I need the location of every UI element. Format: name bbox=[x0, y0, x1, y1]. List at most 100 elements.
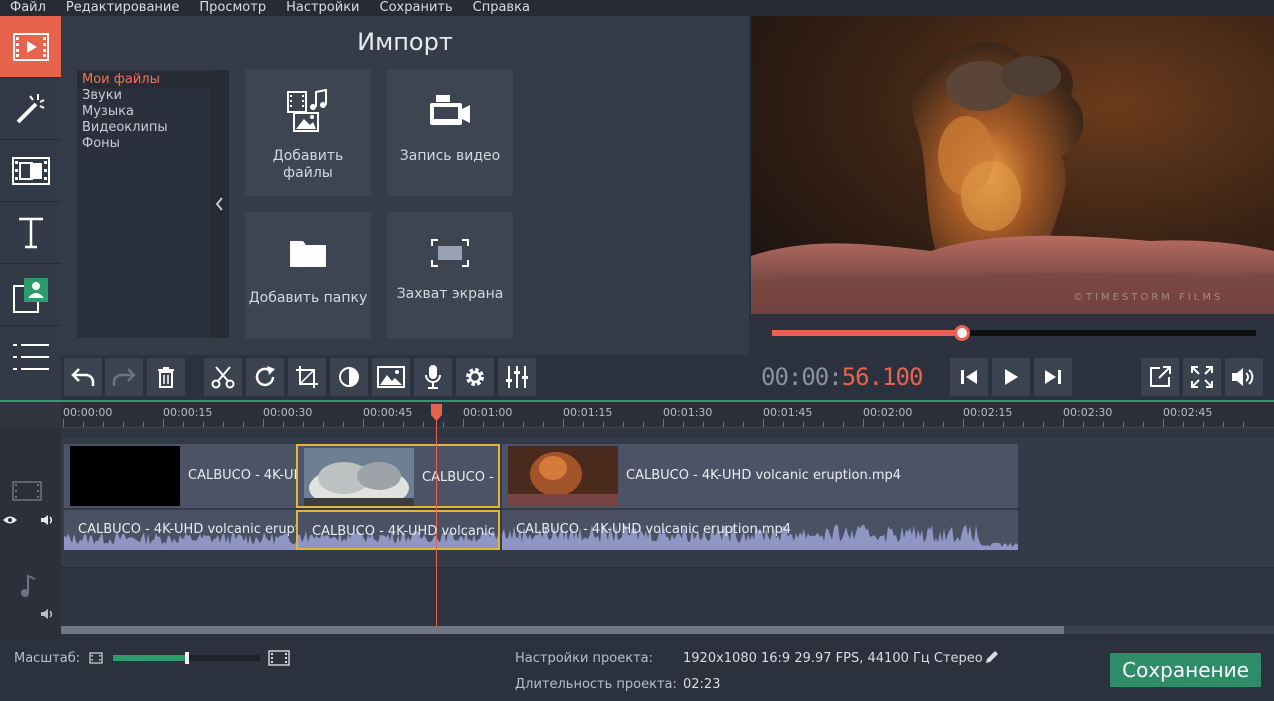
screen-capture-button[interactable]: Захват экрана bbox=[387, 212, 513, 338]
zoom-slider[interactable] bbox=[113, 652, 260, 664]
ruler-tick bbox=[863, 419, 864, 427]
menu-edit[interactable]: Редактирование bbox=[56, 0, 189, 16]
playhead-line[interactable] bbox=[436, 405, 437, 627]
ruler-tick bbox=[563, 419, 564, 427]
scrollbar-thumb[interactable] bbox=[61, 626, 1064, 634]
eye-icon[interactable] bbox=[2, 515, 18, 525]
add-folder-button[interactable]: Добавить папку bbox=[245, 212, 371, 338]
undo-button[interactable] bbox=[64, 358, 102, 396]
sidebar-item-effects[interactable] bbox=[0, 78, 61, 140]
sidebar-item-stickers[interactable] bbox=[0, 264, 61, 326]
sidebar-item-titles[interactable] bbox=[0, 202, 61, 264]
zoom-label: Масштаб: bbox=[14, 651, 81, 666]
music-track[interactable] bbox=[61, 568, 1274, 628]
next-frame-button[interactable] bbox=[1034, 358, 1072, 396]
clip-thumbnail bbox=[70, 446, 180, 506]
menu-export[interactable]: Сохранить bbox=[370, 0, 463, 16]
menu-view[interactable]: Просмотр bbox=[189, 0, 276, 16]
category-sounds[interactable]: Звуки bbox=[77, 88, 211, 104]
category-backgrounds[interactable]: Фоны bbox=[77, 136, 211, 152]
playback-scrubber[interactable] bbox=[772, 325, 1256, 341]
menu-help[interactable]: Справка bbox=[463, 0, 540, 16]
sidebar-item-more[interactable] bbox=[0, 326, 61, 388]
edit-pencil-icon[interactable] bbox=[984, 650, 999, 665]
timeline-scrollbar[interactable] bbox=[61, 626, 1274, 634]
music-volume-icon[interactable] bbox=[40, 608, 56, 620]
ruler-tick bbox=[543, 422, 544, 427]
record-audio-button[interactable] bbox=[414, 358, 452, 396]
ruler-tick bbox=[883, 422, 884, 427]
ruler-tick bbox=[1023, 422, 1024, 427]
ruler-tick bbox=[463, 419, 464, 427]
sidebar-item-import[interactable] bbox=[0, 16, 61, 78]
ruler-tick bbox=[823, 422, 824, 427]
sidebar-item-transitions[interactable] bbox=[0, 140, 61, 202]
playhead-handle[interactable] bbox=[431, 404, 442, 421]
clip-thumbnail bbox=[304, 448, 414, 506]
menu-settings[interactable]: Настройки bbox=[276, 0, 369, 16]
track-volume-icon[interactable] bbox=[40, 514, 56, 526]
image-button[interactable] bbox=[372, 358, 410, 396]
audio-clip[interactable]: CALBUCO - 4K-UHD volcanic eruption.mp4 bbox=[64, 510, 296, 550]
preview-frame[interactable]: ©TIMESTORM FILMS bbox=[751, 16, 1274, 314]
ruler-tick bbox=[623, 422, 624, 427]
add-files-button[interactable]: Добавить файлы bbox=[245, 70, 371, 196]
ruler-tick bbox=[1123, 422, 1124, 427]
external-window-button[interactable] bbox=[1141, 358, 1179, 396]
ruler-tick-label: 00:00:15 bbox=[163, 406, 213, 419]
ruler-tick bbox=[1043, 422, 1044, 427]
category-music[interactable]: Музыка bbox=[77, 104, 211, 120]
video-clip[interactable]: CALBUCO - 4K-UHD volcanic eruption.mp4 bbox=[296, 444, 500, 508]
ruler-tick-label: 00:00:45 bbox=[363, 406, 413, 419]
redo-icon bbox=[112, 367, 136, 387]
add-files-icon bbox=[286, 88, 330, 134]
equalizer-button[interactable] bbox=[498, 358, 536, 396]
project-duration-value: 02:23 bbox=[683, 677, 721, 692]
time-ruler[interactable]: 00:00:00 00:00:15 00:00:30 00:00:45 00:01:00… bbox=[61, 402, 1274, 428]
prev-frame-button[interactable] bbox=[950, 358, 988, 396]
ruler-tick-label: 00:02:45 bbox=[1163, 406, 1213, 419]
video-clip[interactable]: CALBUCO - 4K-UHD volcanic eruption.mp4 bbox=[502, 444, 1018, 508]
scrubber-handle[interactable] bbox=[954, 325, 971, 341]
crop-button[interactable] bbox=[288, 358, 326, 396]
ruler-tick bbox=[323, 422, 324, 427]
zoom-in-icon[interactable] bbox=[268, 650, 290, 666]
menu-file[interactable]: Файл bbox=[0, 0, 56, 16]
ruler-tick bbox=[263, 419, 264, 427]
zoom-slider-handle[interactable] bbox=[184, 652, 189, 664]
ruler-tick bbox=[123, 422, 124, 427]
tile-label: Запись видео bbox=[399, 148, 501, 164]
ruler-tick-label: 00:01:00 bbox=[463, 406, 513, 419]
transition-icon bbox=[11, 156, 50, 186]
zoom-out-icon[interactable] bbox=[89, 652, 103, 664]
audio-clip[interactable]: CALBUCO - 4K-UHD volcanic eruption.mp4 bbox=[296, 510, 500, 550]
rotate-button[interactable] bbox=[246, 358, 284, 396]
save-button[interactable]: Сохранение bbox=[1110, 653, 1261, 687]
video-clip[interactable]: CALBUCO - 4K-UHD volcanic eruption.mp4 bbox=[64, 444, 296, 508]
category-my-files[interactable]: Мои файлы bbox=[77, 72, 211, 88]
ruler-tick-label: 00:02:15 bbox=[963, 406, 1013, 419]
ruler-tick bbox=[163, 419, 164, 427]
clip-settings-button[interactable] bbox=[456, 358, 494, 396]
cut-button[interactable] bbox=[204, 358, 242, 396]
ruler-tick-label: 00:00:00 bbox=[63, 406, 113, 419]
import-panel: Импорт Мои файлы Звуки Музыка Видеоклипы… bbox=[61, 16, 749, 355]
video-track[interactable]: CALBUCO - 4K-UHD volcanic eruption.mp4 CA… bbox=[61, 438, 1274, 568]
scrubber-progress bbox=[772, 330, 963, 336]
ruler-tick bbox=[83, 422, 84, 427]
fullscreen-button[interactable] bbox=[1183, 358, 1221, 396]
delete-button[interactable] bbox=[147, 358, 185, 396]
clip-thumbnail bbox=[508, 446, 618, 506]
film-import-icon bbox=[12, 32, 49, 62]
redo-button[interactable] bbox=[105, 358, 143, 396]
ruler-tick bbox=[203, 422, 204, 427]
volume-button[interactable] bbox=[1225, 358, 1263, 396]
play-button[interactable] bbox=[992, 358, 1030, 396]
category-videoclips[interactable]: Видеоклипы bbox=[77, 120, 211, 136]
audio-clip[interactable]: CALBUCO - 4K-UHD volcanic eruption.mp4 bbox=[502, 510, 1018, 550]
ruler-tick bbox=[923, 422, 924, 427]
color-adjust-button[interactable] bbox=[330, 358, 368, 396]
image-icon bbox=[377, 366, 405, 388]
record-video-button[interactable]: Запись видео bbox=[387, 70, 513, 196]
collapse-panel-button[interactable] bbox=[211, 70, 229, 338]
